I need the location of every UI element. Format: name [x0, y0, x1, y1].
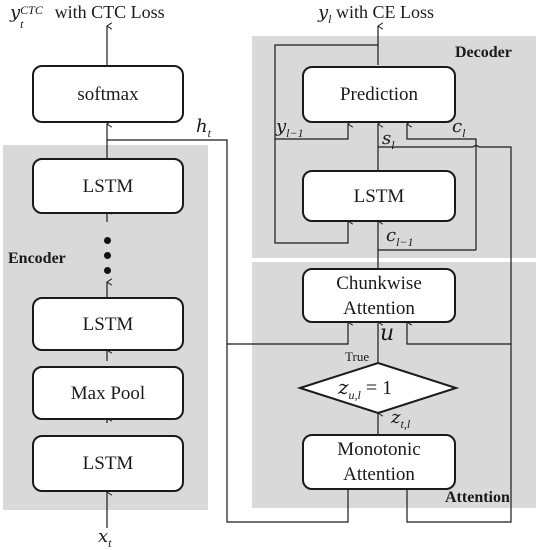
ellipsis-dot-2	[104, 252, 111, 259]
y-prev-label: yl−1	[276, 116, 304, 141]
ctc-output-text: with CTC Loss	[50, 2, 165, 22]
ce-output-label: yl with CE Loss	[318, 2, 434, 27]
monotonic-label-line1: Monotonic	[337, 439, 421, 460]
monotonic-attention-block: Monotonic Attention	[302, 434, 456, 490]
encoder-lstm-top-block: LSTM	[32, 158, 184, 214]
prediction-block: Prediction	[302, 66, 456, 123]
prediction-label: Prediction	[339, 84, 419, 105]
c-var: c	[452, 116, 463, 137]
decoder-lstm-label: LSTM	[353, 185, 405, 207]
encoder-lstm-mid-label: LSTM	[82, 313, 134, 335]
ce-output-text: with CE Loss	[331, 2, 435, 22]
encoder-lstm-top-label: LSTM	[82, 175, 134, 197]
ellipsis-dot-1	[104, 237, 111, 244]
ht-to-chunkwise	[227, 322, 348, 345]
y-prev-sub: l−1	[286, 126, 304, 140]
ctc-output-sub: t	[20, 17, 24, 31]
maxpool-label: Max Pool	[70, 382, 146, 404]
softmax-block: softmax	[32, 65, 184, 123]
maxpool-block: Max Pool	[32, 366, 184, 420]
true-label: True	[345, 349, 370, 364]
c-prev-var: c	[386, 225, 397, 246]
s-sub: l	[391, 138, 395, 152]
z-label: zt,l	[391, 407, 410, 432]
diagram-canvas: Encoder Decoder Attention softmax LSTM L…	[0, 0, 536, 550]
encoder-lstm-bottom-block: LSTM	[32, 435, 184, 492]
chunkwise-label-line1: Chunkwise	[336, 272, 422, 294]
c-label: cl	[452, 116, 465, 141]
chunkwise-attention-block: Chunkwise Attention	[302, 268, 456, 323]
ht-sub: t	[207, 126, 211, 140]
input-var: x	[98, 526, 109, 547]
decision-sub: u,l	[348, 388, 361, 402]
chunkwise-label-line2: Attention	[343, 297, 415, 319]
ht-var: h	[196, 116, 208, 137]
decision-condition: zu,l = 1	[338, 375, 392, 403]
ellipsis-dot-3	[104, 267, 111, 274]
decision-var: z	[338, 375, 349, 399]
u-label: u	[380, 320, 394, 346]
monotonic-label-line2: Attention	[343, 464, 415, 485]
softmax-label: softmax	[77, 83, 139, 105]
s-label: sl	[382, 128, 395, 153]
c-sub: l	[462, 126, 466, 140]
input-label: xt	[98, 526, 112, 550]
decoder-lstm-block: LSTM	[302, 170, 456, 222]
ctc-output-var: y	[10, 2, 21, 23]
u-var: u	[380, 321, 395, 346]
ctc-output-sup: CTC	[20, 3, 43, 17]
s-to-chunkwise	[407, 322, 511, 345]
s-var: s	[382, 128, 392, 149]
input-sub: t	[108, 536, 112, 550]
decision-rhs: = 1	[360, 377, 393, 399]
ce-output-var: y	[318, 2, 329, 23]
y-prev-var: y	[276, 116, 287, 137]
ht-label: ht	[196, 116, 211, 141]
c-prev-label: cl−1	[386, 225, 414, 250]
encoder-lstm-bottom-label: LSTM	[82, 453, 134, 474]
z-sub: t,l	[400, 417, 411, 431]
encoder-lstm-mid-block: LSTM	[32, 297, 184, 351]
ctc-output-label: y CTC t with CTC Loss	[10, 2, 165, 31]
c-prev-sub: l−1	[396, 235, 414, 249]
